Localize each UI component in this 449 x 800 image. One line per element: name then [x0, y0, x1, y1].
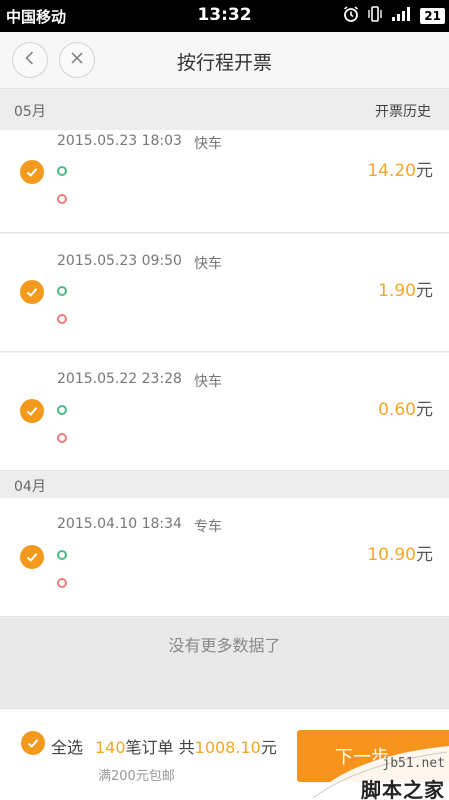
watermark-brand: 脚本之家 — [361, 778, 445, 800]
trip-row[interactable]: 2015.04.10 18:34 专车 10.90元 — [0, 498, 449, 617]
watermark: jb51.net 脚本之家 — [309, 746, 449, 800]
month-header: 05月 开票历史 — [0, 90, 449, 130]
trip-amount: 0.60元 — [378, 400, 433, 420]
checkbox-checked[interactable] — [20, 280, 44, 304]
invoice-history-link[interactable]: 开票历史 — [375, 101, 431, 121]
month-label: 05月 — [14, 104, 46, 120]
page-title: 按行程开票 — [176, 52, 272, 74]
end-point-icon — [57, 578, 67, 588]
check-icon — [26, 407, 38, 416]
vibrate-icon — [366, 5, 384, 27]
start-point-icon — [57, 405, 67, 415]
no-more-data-text: 没有更多数据了 — [168, 636, 281, 655]
order-count: 140 — [95, 738, 126, 757]
end-point-icon — [57, 314, 67, 324]
trip-type: 专车 — [194, 519, 222, 535]
alarm-icon — [342, 5, 360, 27]
start-point-icon — [57, 286, 67, 296]
checkbox-checked[interactable] — [20, 399, 44, 423]
start-point-icon — [57, 550, 67, 560]
trip-row[interactable]: 2015.05.23 09:50 快车 1.90元 — [0, 234, 449, 352]
free-shipping-note: 满200元包邮 — [98, 769, 175, 784]
list-end-area: 没有更多数据了 — [0, 618, 449, 708]
status-bar: 中国移动 13:32 21 — [0, 0, 449, 32]
checkbox-checked[interactable] — [20, 545, 44, 569]
signal-icon — [390, 5, 414, 27]
select-all-label[interactable]: 全选 — [51, 734, 83, 758]
trip-datetime: 2015.05.23 09:50 — [57, 253, 182, 269]
select-all-checkbox[interactable] — [21, 731, 45, 755]
status-icons: 21 — [342, 5, 445, 27]
trip-amount: 14.20元 — [367, 161, 433, 181]
end-point-icon — [57, 194, 67, 204]
check-icon — [26, 553, 38, 562]
trip-datetime: 2015.05.22 23:28 — [57, 371, 182, 387]
check-icon — [26, 288, 38, 297]
check-icon — [27, 739, 39, 748]
order-summary: 140笔订单 共1008.10元 — [95, 738, 277, 757]
trip-type: 快车 — [194, 136, 222, 152]
trip-row[interactable]: 2015.05.22 23:28 快车 0.60元 — [0, 353, 449, 471]
trip-amount: 10.90元 — [367, 545, 433, 565]
trip-amount: 1.90元 — [378, 281, 433, 301]
trip-row[interactable]: 2015.05.23 18:03 快车 14.20元 — [0, 130, 449, 233]
battery-icon: 21 — [420, 8, 445, 24]
trip-type: 快车 — [194, 374, 222, 390]
end-point-icon — [57, 433, 67, 443]
month-label: 04月 — [14, 479, 46, 495]
trip-datetime: 2015.04.10 18:34 — [57, 516, 182, 532]
start-point-icon — [57, 166, 67, 176]
checkbox-checked[interactable] — [20, 160, 44, 184]
trip-type: 快车 — [194, 256, 222, 272]
trip-datetime: 2015.05.23 18:03 — [57, 133, 182, 149]
nav-header: 按行程开票 — [0, 32, 449, 89]
month-header: 04月 — [0, 471, 449, 498]
watermark-site: jb51.net — [382, 756, 445, 771]
order-total: 1008.10 — [194, 738, 261, 757]
check-icon — [26, 168, 38, 177]
